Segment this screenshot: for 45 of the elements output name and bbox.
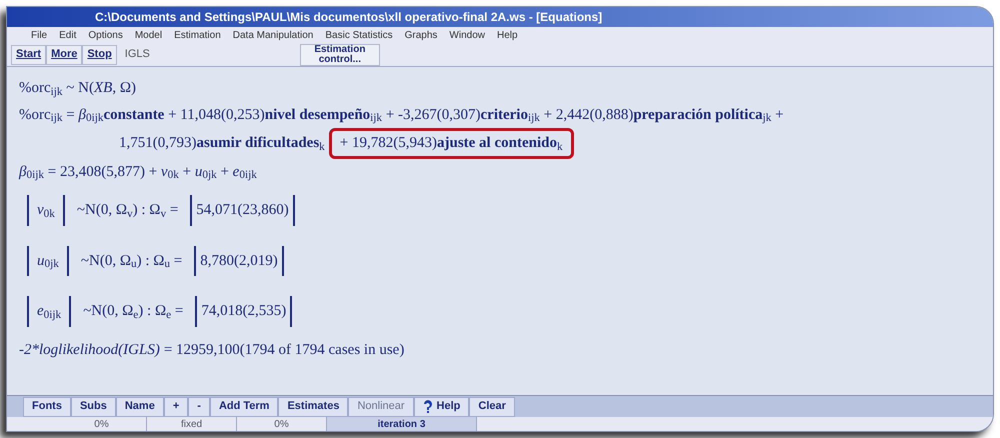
toolbar-button[interactable]: Name xyxy=(116,396,164,416)
distribution-text: ~N(0, Ω$_{e}$) : Ω$_{e}$ = xyxy=(83,302,184,322)
distribution-text: ~N(0, Ω$_{v}$) : Ω$_{v}$ = xyxy=(76,201,178,222)
menu-item[interactable]: Options xyxy=(88,28,123,42)
menu-item[interactable]: File xyxy=(31,28,48,42)
equation-line: β$_{0ijk}$ = 23,408(5,877) + v$_{0k}$ + u$_{0jk}$ + e$_{0ijk}$ xyxy=(19,164,257,180)
loglikelihood-label: -2*loglikelihood(IGLS) xyxy=(19,340,160,360)
menu-item[interactable]: Graphs xyxy=(404,28,438,42)
toolbar-button[interactable]: Stop xyxy=(82,44,117,64)
toolbar-button[interactable]: - xyxy=(188,396,210,416)
toolbar-button[interactable]: + xyxy=(164,396,188,416)
menu-item[interactable]: Edit xyxy=(59,28,76,42)
toolbar-button[interactable]: More xyxy=(46,44,82,64)
menu-item[interactable]: Data Manipulation xyxy=(232,28,314,42)
toolbar-button[interactable]: Estimates xyxy=(278,396,348,416)
toolbar-button[interactable]: Clear xyxy=(469,396,515,416)
menu-item[interactable]: Help xyxy=(497,28,518,42)
window-title: C:\Documents and Settings\PAUL\Mis documentos\xll operativo-final 2A.ws - [Equations] xyxy=(94,9,602,26)
status-cell: iteration 3 xyxy=(327,416,477,431)
status-cell: 0% xyxy=(57,416,147,431)
menu-item[interactable]: Estimation xyxy=(174,28,221,42)
toolbar-button[interactable]: Add Term xyxy=(210,396,278,416)
matrix-value: 74,018(2,535) xyxy=(195,296,292,326)
menu-item[interactable]: Model xyxy=(134,28,162,42)
equation-line: %orc$_{ijk}$ ~ N(XB, Ω) xyxy=(19,80,136,96)
toolbar-button[interactable]: Start xyxy=(11,44,46,64)
estimation-control-button[interactable]: Estimation control... xyxy=(300,44,380,66)
toolbar-button[interactable]: Fonts xyxy=(23,396,71,416)
menu-item[interactable]: Basic Statistics xyxy=(325,28,393,42)
menu-item[interactable]: Window xyxy=(449,28,485,42)
matrix-value: 54,071(23,860) xyxy=(190,195,295,226)
loglikelihood-value: = 12959,100(1794 of 1794 cases in use) xyxy=(164,340,404,360)
toolbar-button[interactable]: Subs xyxy=(70,396,116,416)
status-cell: fixed xyxy=(147,416,237,431)
highlighted-term: + 19,782(5,943)ajuste al contenido$_{k}$ xyxy=(328,128,574,158)
help-button[interactable]: Help xyxy=(414,396,470,416)
matrix-term: v$_{0k}$ xyxy=(27,195,65,226)
matrix-term: e$_{0ijk}$ xyxy=(27,296,72,326)
equation-line: 1,751(0,793)asumir dificultades$_{k}$ xyxy=(119,134,325,154)
method-label: IGLS xyxy=(124,47,150,62)
equation-line: %orc$_{ijk}$ = β$_{0ijk}$constante + 11,048(0,253)nivel desempeño$_{ijk}$ + -3,267(0,307)criterio$_{ijk}$ + 2,442(0,888)preparación política$_{jk}$ + xyxy=(19,106,784,122)
help-icon xyxy=(422,400,433,414)
matrix-value: 8,780(2,019) xyxy=(194,246,284,276)
matrix-term: u$_{0jk}$ xyxy=(27,246,69,276)
distribution-text: ~N(0, Ω$_{u}$) : Ω$_{u}$ = xyxy=(80,252,182,272)
